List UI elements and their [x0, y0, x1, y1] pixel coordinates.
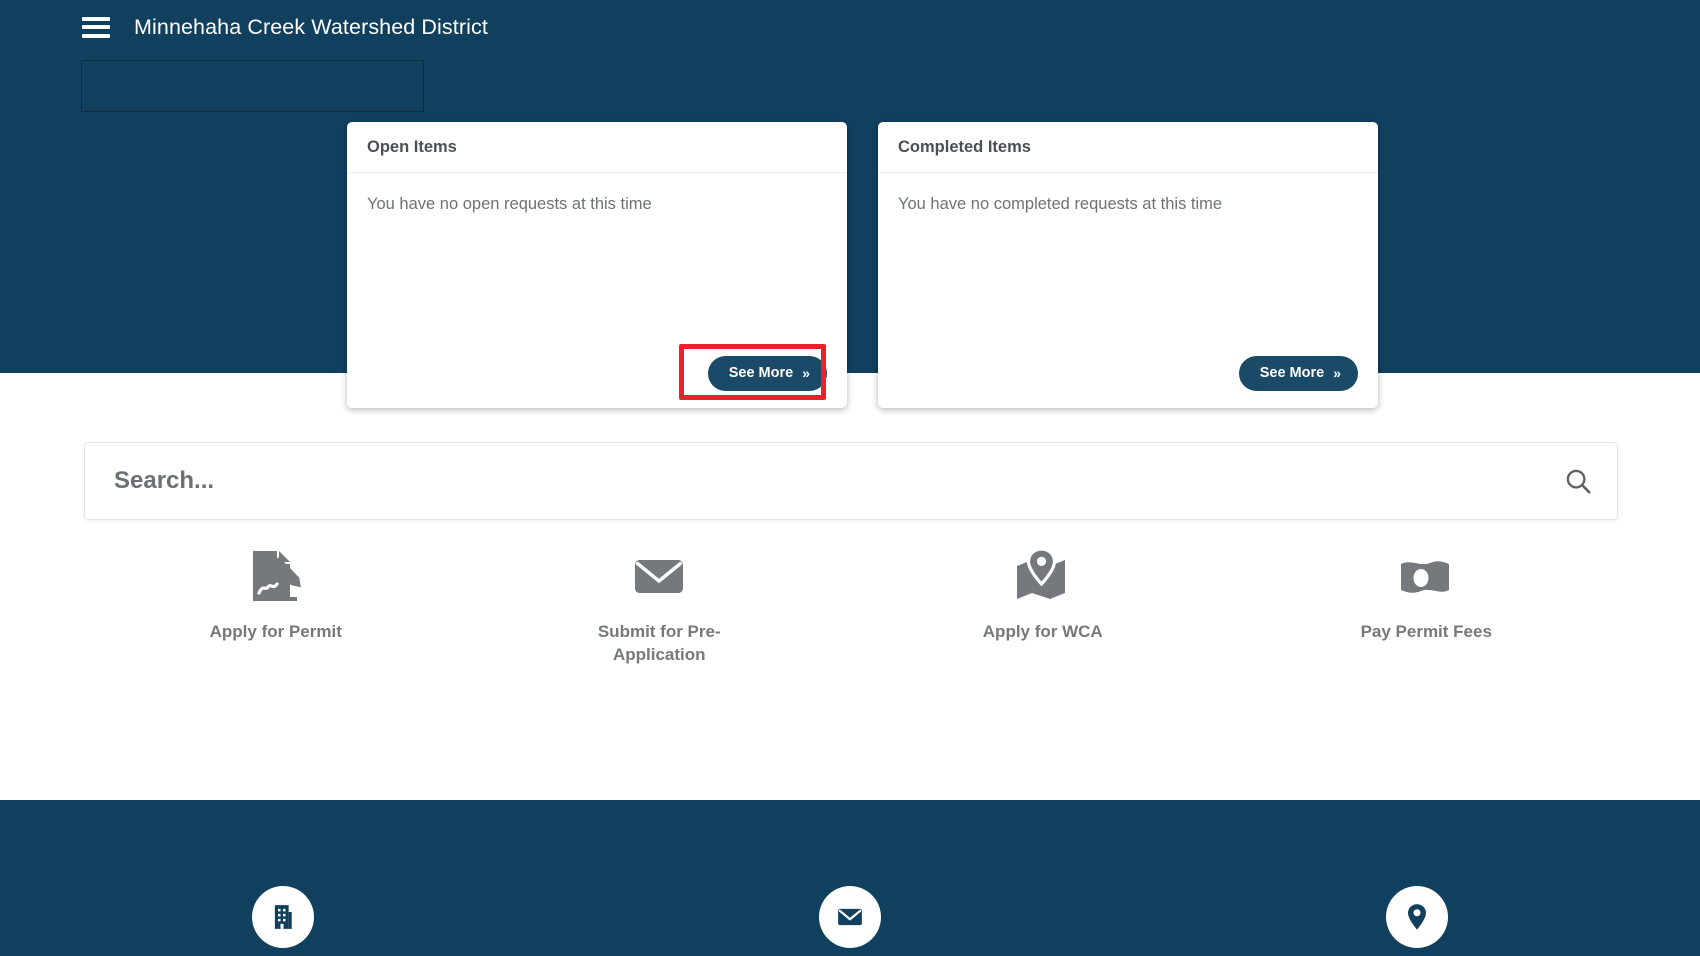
location-pin-icon — [1407, 904, 1426, 930]
top-header-bar: Minnehaha Creek Watershed District — [0, 0, 1700, 54]
see-more-button-completed-items[interactable]: See More » — [1238, 356, 1358, 391]
empty-state-message: You have no completed requests at this t… — [898, 195, 1223, 213]
see-more-button-open-items[interactable]: See More » — [707, 356, 827, 391]
dashboard-cards: Open Items You have no open requests at … — [347, 122, 1378, 408]
hamburger-bar — [82, 16, 110, 21]
footer-item-office — [0, 886, 567, 948]
footer-icon-button-location[interactable] — [1385, 886, 1448, 948]
completed-items-card: Completed Items You have no completed re… — [878, 122, 1378, 408]
map-pin-icon — [1016, 547, 1065, 599]
card-footer: See More » — [1238, 356, 1358, 391]
page-title: Minnehaha Creek Watershed District — [134, 14, 488, 39]
site-footer — [0, 800, 1700, 956]
quick-action-icon-wrap — [1012, 545, 1074, 607]
double-chevron-right-icon: » — [802, 365, 810, 381]
envelope-icon — [838, 908, 862, 926]
app-page: Minnehaha Creek Watershed District Open … — [0, 0, 1700, 956]
footer-item-location — [1133, 886, 1700, 948]
see-more-label: See More — [1259, 365, 1325, 381]
card-header: Open Items — [347, 122, 847, 173]
hamburger-bar — [82, 33, 110, 38]
search-submit-button[interactable] — [1539, 443, 1617, 519]
search-bar[interactable] — [84, 442, 1618, 520]
search-icon — [1566, 469, 1591, 494]
empty-state-message: You have no open requests at this time — [367, 195, 652, 213]
card-title: Completed Items — [898, 137, 1031, 156]
quick-action-pay-permit-fees[interactable]: Pay Permit Fees — [1235, 545, 1619, 667]
hamburger-bar — [82, 25, 110, 29]
quick-actions-row: Apply for Permit Submit for Pre-Applicat… — [84, 545, 1618, 667]
see-more-label: See More — [728, 365, 794, 381]
money-bill-icon — [1401, 561, 1450, 593]
building-icon — [275, 905, 293, 929]
logo-placeholder — [81, 60, 424, 112]
quick-action-submit-pre-application[interactable]: Submit for Pre-Application — [468, 545, 852, 667]
quick-action-icon-wrap — [1395, 545, 1457, 607]
open-items-card: Open Items You have no open requests at … — [347, 122, 847, 408]
quick-action-icon-wrap — [628, 545, 690, 607]
card-footer: See More » — [678, 344, 827, 400]
hamburger-menu-icon[interactable] — [82, 16, 110, 38]
double-chevron-right-icon: » — [1333, 365, 1341, 381]
quick-action-label: Apply for WCA — [982, 622, 1103, 641]
document-pencil-icon — [252, 551, 301, 601]
quick-action-label: Pay Permit Fees — [1360, 622, 1492, 641]
quick-action-label: Submit for Pre-Application — [597, 622, 721, 664]
card-header: Completed Items — [878, 122, 1378, 173]
quick-action-label: Apply for Permit — [209, 622, 342, 641]
card-title: Open Items — [367, 137, 457, 156]
quick-action-apply-for-wca[interactable]: Apply for WCA — [851, 545, 1235, 667]
footer-icon-button-email[interactable] — [818, 886, 881, 948]
footer-icon-button-office[interactable] — [252, 886, 315, 948]
quick-action-apply-for-permit[interactable]: Apply for Permit — [84, 545, 468, 667]
envelope-icon — [635, 560, 684, 593]
footer-item-email — [567, 886, 1134, 948]
search-input[interactable] — [85, 467, 1539, 495]
footer-icon-row — [0, 886, 1700, 948]
quick-action-icon-wrap — [245, 545, 307, 607]
